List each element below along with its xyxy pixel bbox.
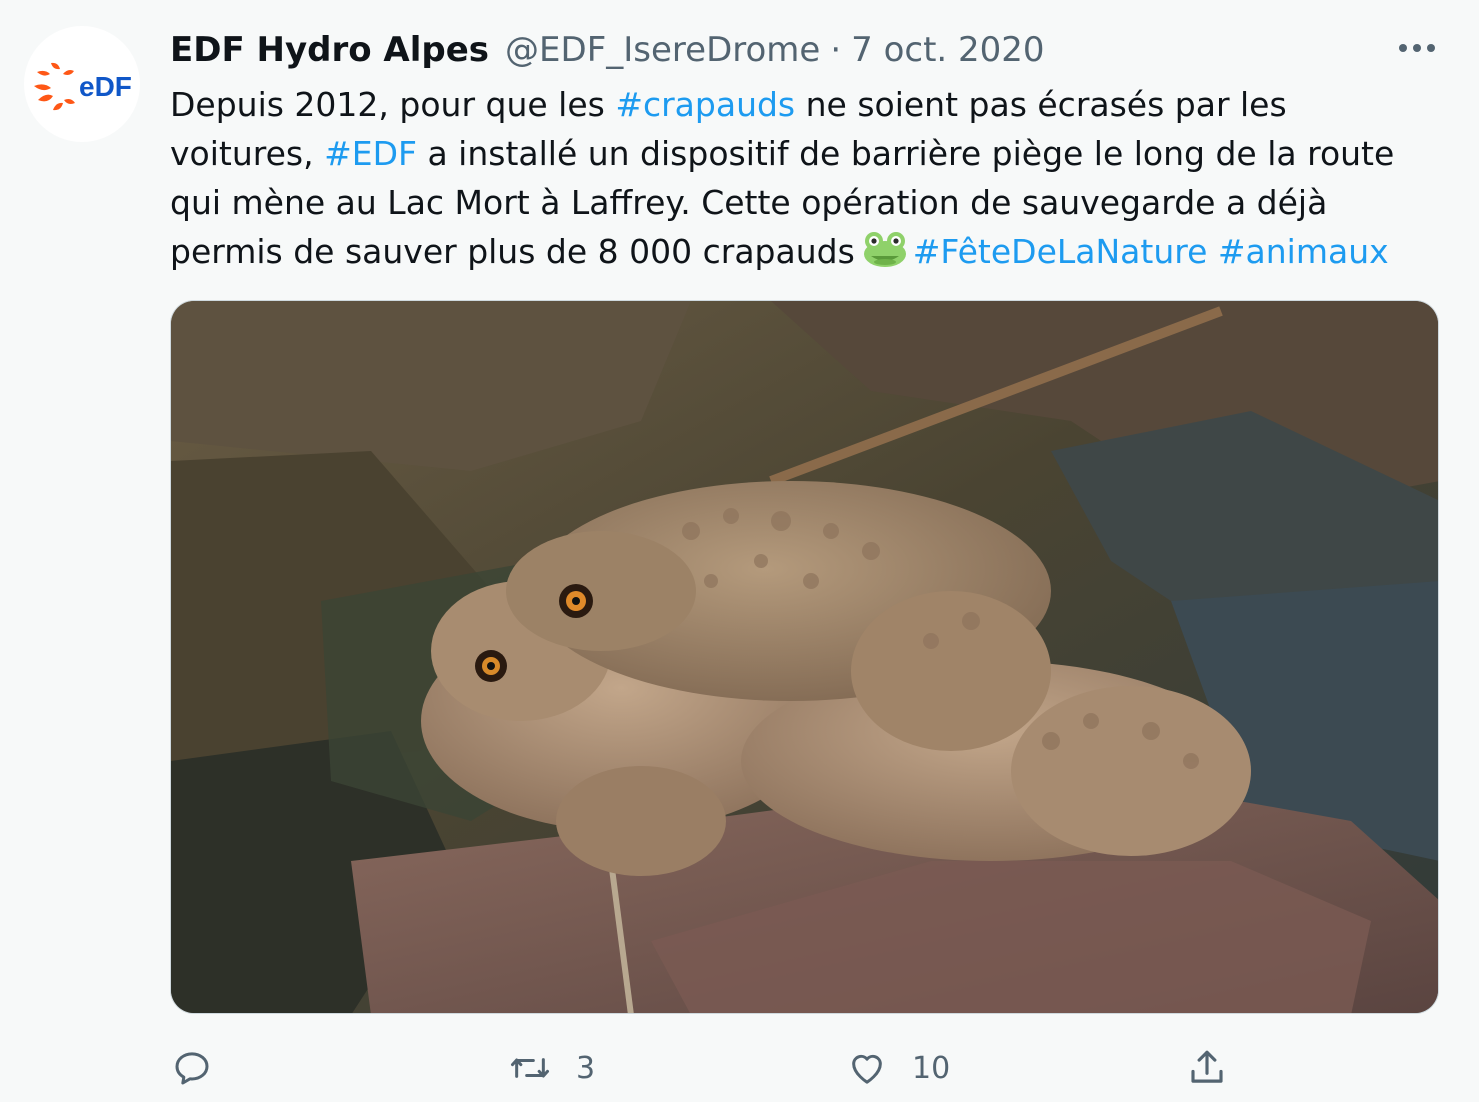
retweet-icon [511, 1058, 549, 1078]
share-button[interactable] [1186, 1040, 1228, 1096]
tweet-card: eDF EDF Hydro Alpes @EDF_IsereDrome · 7 … [0, 0, 1479, 1102]
more-dots-icon [1399, 44, 1435, 52]
hashtag-link[interactable]: #EDF [324, 134, 417, 173]
hashtag-link[interactable]: #crapauds [615, 85, 795, 124]
edf-logo-text: eDF [79, 71, 132, 102]
separator-dot: · [830, 30, 842, 70]
reply-icon [175, 1052, 209, 1085]
edf-logo-icon: eDF [34, 62, 132, 111]
tweet-text: Depuis 2012, pour que les #crapauds ne s… [170, 80, 1420, 282]
tweet-text-segment [1207, 232, 1218, 271]
tweet-actions-bar: 3 10 [0, 1040, 1479, 1096]
retweet-button[interactable]: 3 [508, 1040, 595, 1096]
like-button[interactable]: 10 [846, 1040, 950, 1096]
tweet-text-line: Depuis 2012, pour que les #crapauds ne s… [170, 80, 1420, 129]
tweet-text-segment: permis de sauver plus de 8 000 crapauds [170, 232, 855, 271]
tweet-text-segment: voitures, [170, 134, 325, 173]
reply-button[interactable] [172, 1040, 212, 1096]
toads-photo-icon [171, 301, 1438, 1013]
frog-face-emoji-icon [861, 229, 909, 282]
tweet-header: EDF Hydro Alpes @EDF_IsereDrome · 7 oct.… [170, 28, 1045, 72]
tweet-text-segment: a installé un dispositif de barrière piè… [416, 134, 1395, 173]
hashtag-link[interactable]: #FêteDeLaNature [913, 232, 1208, 271]
profile-avatar[interactable]: eDF [24, 26, 140, 142]
author-display-name[interactable]: EDF Hydro Alpes [170, 28, 489, 72]
tweet-text-line: permis de sauver plus de 8 000 crapauds #… [170, 227, 1420, 282]
more-button[interactable] [1394, 30, 1440, 66]
share-icon [1191, 1050, 1223, 1083]
heart-icon [852, 1054, 882, 1084]
tweet-date[interactable]: 7 oct. 2020 [851, 28, 1044, 72]
retweet-count: 3 [576, 1050, 596, 1086]
like-count: 10 [912, 1050, 951, 1086]
hashtag-link[interactable]: #animaux [1218, 232, 1389, 271]
tweet-text-line: voitures, #EDF a installé un dispositif … [170, 129, 1420, 178]
tweet-text-segment: qui mène au Lac Mort à Laffrey. Cette op… [170, 183, 1328, 222]
tweet-text-line: qui mène au Lac Mort à Laffrey. Cette op… [170, 178, 1420, 227]
author-handle[interactable]: @EDF_IsereDrome [505, 28, 820, 72]
tweet-media-photo[interactable] [170, 300, 1439, 1014]
tweet-text-segment: ne soient pas écrasés par les [795, 85, 1287, 124]
tweet-text-segment: Depuis 2012, pour que les [170, 85, 616, 124]
